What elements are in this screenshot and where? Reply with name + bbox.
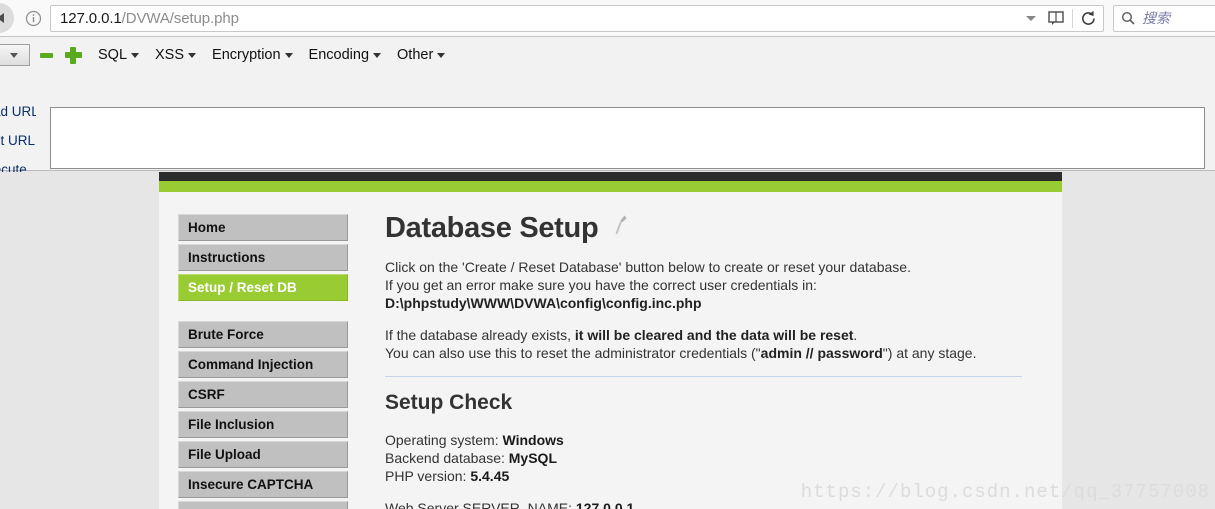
sidebar-item-csrf[interactable]: CSRF bbox=[178, 381, 348, 408]
wrench-icon bbox=[609, 212, 631, 245]
hackbar-menubar: SQL XSS Encryption Encoding Other bbox=[0, 42, 1215, 68]
intro-line-4-prefix: You can also use this to reset the admin… bbox=[385, 345, 761, 361]
dvwa-main-content: Database Setup Click on the 'Create / Re… bbox=[354, 192, 1062, 509]
sidebar-divider bbox=[178, 304, 354, 321]
check-label: Operating system: bbox=[385, 432, 503, 448]
intro-line-2-prefix: If you get an error make sure you have t… bbox=[385, 277, 817, 293]
intro-line-4-bold: admin // password bbox=[760, 345, 883, 361]
section-divider bbox=[385, 376, 1022, 377]
hackbar-menu-encryption[interactable]: Encryption bbox=[212, 47, 293, 63]
search-box[interactable]: 搜索 bbox=[1113, 4, 1215, 32]
hackbar-menu-label: Encoding bbox=[308, 47, 370, 63]
intro-paragraph-2: If the database already exists, it will … bbox=[385, 326, 1022, 362]
check-backend-database: Backend database: MySQL bbox=[385, 449, 1022, 467]
intro-line-1: Click on the 'Create / Reset Database' b… bbox=[385, 259, 911, 275]
hackbar-menu-encoding[interactable]: Encoding bbox=[308, 47, 382, 63]
setup-check-title: Setup Check bbox=[385, 391, 513, 414]
check-value: 5.4.45 bbox=[470, 468, 510, 484]
back-arrow-icon bbox=[0, 13, 4, 23]
search-input[interactable]: 搜索 bbox=[1142, 8, 1170, 28]
hackbar-menu-label: Encryption bbox=[212, 47, 281, 63]
reload-icon[interactable] bbox=[1073, 5, 1103, 32]
check-value: Windows bbox=[502, 432, 564, 448]
check-label: Web Server SERVER_NAME: bbox=[385, 500, 576, 509]
url-text: 127.0.0.1/DVWA/setup.php bbox=[51, 10, 1020, 27]
url-host: 127.0.0.1 bbox=[60, 9, 122, 27]
caret-down-icon bbox=[131, 52, 140, 58]
sidebar-item-setup-reset-db[interactable]: Setup / Reset DB bbox=[178, 274, 348, 301]
sidebar-item-home[interactable]: Home bbox=[178, 214, 348, 241]
split-url-button[interactable]: Split URL bbox=[0, 128, 36, 154]
sidebar-item-sql-injection[interactable]: SQL Injection bbox=[178, 501, 348, 509]
check-php-version: PHP version: 5.4.45 bbox=[385, 467, 1022, 485]
address-bar[interactable]: 127.0.0.1/DVWA/setup.php bbox=[50, 4, 1104, 32]
reader-mode-icon[interactable] bbox=[1042, 5, 1072, 32]
check-operating-system: Operating system: Windows bbox=[385, 431, 1022, 449]
intro-paragraph-1: Click on the 'Create / Reset Database' b… bbox=[385, 258, 1022, 312]
config-path: D:\phpstudy\WWW\DVWA\config\config.inc.p… bbox=[385, 295, 702, 311]
check-value: 127.0.0.1 bbox=[575, 500, 635, 509]
intro-line-3-suffix: . bbox=[853, 327, 858, 343]
back-button[interactable] bbox=[0, 3, 14, 33]
hackbar-mode-select[interactable] bbox=[0, 44, 30, 66]
chevron-down-icon[interactable] bbox=[1020, 5, 1042, 32]
hackbar-menu-other[interactable]: Other bbox=[397, 47, 446, 63]
page-viewport: Home Instructions Setup / Reset DB Brute… bbox=[0, 172, 1215, 509]
sidebar-item-file-upload[interactable]: File Upload bbox=[178, 441, 348, 468]
hackbar-menu-label: XSS bbox=[155, 47, 185, 63]
dvwa-header-green-bar bbox=[159, 181, 1062, 192]
dvwa-header-dark-bar bbox=[159, 172, 1062, 181]
plus-icon[interactable] bbox=[65, 46, 82, 64]
chevron-down-icon bbox=[10, 52, 18, 58]
sidebar-item-brute-force[interactable]: Brute Force bbox=[178, 321, 348, 348]
sidebar-item-instructions[interactable]: Instructions bbox=[178, 244, 348, 271]
caret-down-icon bbox=[373, 52, 382, 58]
caret-down-icon bbox=[284, 52, 293, 58]
intro-line-4-suffix: ") at any stage. bbox=[882, 345, 977, 361]
intro-line-3-bold: it will be cleared and the data will be … bbox=[574, 327, 854, 343]
check-value: MySQL bbox=[508, 450, 557, 466]
intro-line-3-prefix: If the database already exists, bbox=[385, 327, 575, 343]
url-path: /DVWA/setup.php bbox=[121, 9, 239, 27]
page-title: Database Setup bbox=[385, 212, 1022, 245]
search-icon bbox=[1114, 11, 1142, 25]
dvwa-body: Home Instructions Setup / Reset DB Brute… bbox=[159, 192, 1062, 509]
caret-down-icon bbox=[437, 52, 446, 58]
hackbar-menu-label: SQL bbox=[98, 47, 128, 63]
sidebar-item-insecure-captcha[interactable]: Insecure CAPTCHA bbox=[178, 471, 348, 498]
hackbar-url-textarea[interactable] bbox=[50, 107, 1205, 169]
hackbar-menu-sql[interactable]: SQL bbox=[98, 47, 140, 63]
caret-down-icon bbox=[188, 52, 197, 58]
check-server-name: Web Server SERVER_NAME: 127.0.0.1 bbox=[385, 499, 1022, 509]
check-spacer bbox=[385, 485, 1022, 499]
dvwa-page: Home Instructions Setup / Reset DB Brute… bbox=[159, 172, 1062, 509]
dvwa-sidebar: Home Instructions Setup / Reset DB Brute… bbox=[159, 192, 354, 509]
page-title-text: Database Setup bbox=[385, 212, 599, 244]
load-url-button[interactable]: Load URL bbox=[0, 99, 36, 125]
info-circle-icon[interactable] bbox=[20, 0, 46, 37]
browser-toolbar: 127.0.0.1/DVWA/setup.php 搜索 bbox=[0, 0, 1215, 37]
hackbar-panel: SQL XSS Encryption Encoding Other Load U… bbox=[0, 37, 1215, 201]
hackbar-menu-xss[interactable]: XSS bbox=[155, 47, 197, 63]
sidebar-item-file-inclusion[interactable]: File Inclusion bbox=[178, 411, 348, 438]
sidebar-item-command-injection[interactable]: Command Injection bbox=[178, 351, 348, 378]
hackbar-menu-label: Other bbox=[397, 47, 434, 63]
check-label: Backend database: bbox=[385, 450, 509, 466]
minus-icon[interactable] bbox=[39, 47, 56, 64]
check-label: PHP version: bbox=[385, 468, 471, 484]
